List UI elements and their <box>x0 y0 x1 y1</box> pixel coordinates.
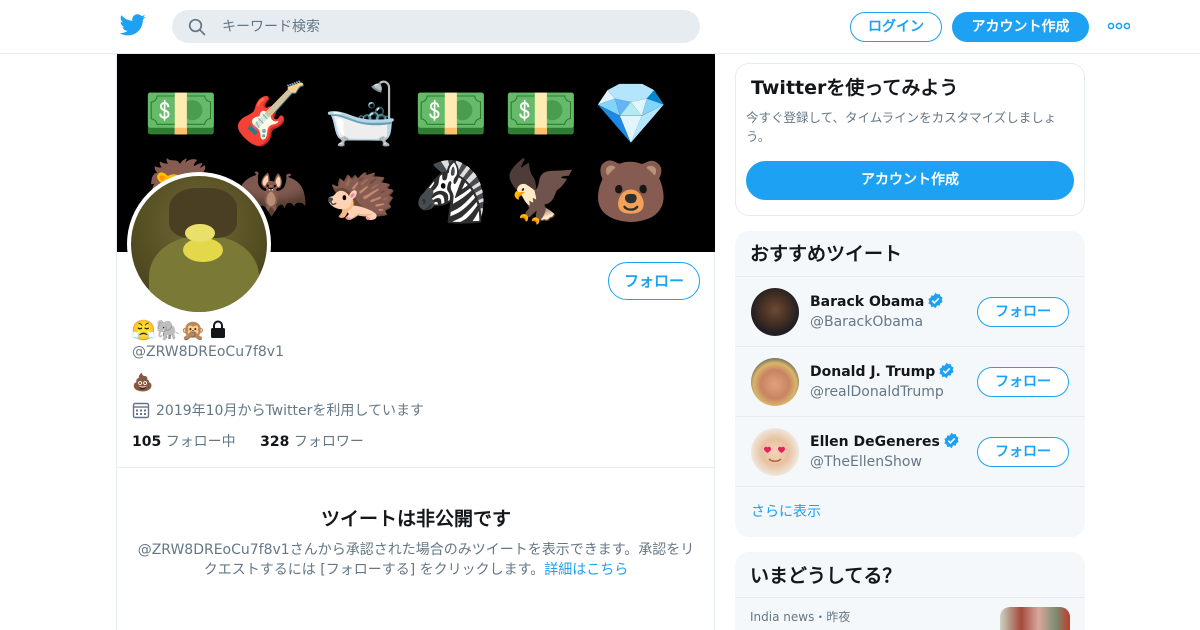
user-avatar[interactable] <box>751 428 799 476</box>
search-icon <box>188 18 206 36</box>
signup-card-title: Twitterを使ってみよう <box>751 77 959 99</box>
followers-label: フォロワー <box>293 434 364 450</box>
banner-bathtub-emoji: 🛁 <box>323 79 399 149</box>
followers-stat[interactable]: 328 フォロワー <box>260 432 364 452</box>
signup-card-button[interactable]: アカウント作成 <box>746 161 1074 200</box>
join-date-text: 2019年10月からTwitterを利用しています <box>156 403 424 419</box>
profile-handle: @ZRW8DREoCu7f8v1 <box>132 344 285 360</box>
heart-eyes-icon <box>764 446 785 462</box>
user-name[interactable]: Donald J. Trump <box>810 362 955 382</box>
user-name-text: Ellen DeGeneres <box>810 434 940 450</box>
follow-button[interactable]: フォロー <box>977 437 1069 467</box>
signup-button[interactable]: アカウント作成 <box>952 12 1089 42</box>
banner-money-emoji: 💵 <box>413 79 489 149</box>
more-options-icon[interactable] <box>1108 22 1130 30</box>
profile-join-date: 2019年10月からTwitterを利用しています <box>132 400 424 422</box>
follow-button[interactable]: フォロー <box>977 297 1069 327</box>
banner-eagle-emoji: 🦅 <box>503 157 579 227</box>
follow-button[interactable]: フォロー <box>977 367 1069 397</box>
user-name[interactable]: Barack Obama <box>810 292 944 312</box>
banner-hedgehog-emoji: 🦔 <box>323 157 399 227</box>
protected-tweets-title: ツイートは非公開です <box>320 508 511 530</box>
calendar-icon <box>132 402 150 419</box>
recommended-title: おすすめツイート <box>750 243 903 265</box>
trend-item-meta[interactable]: India news・昨夜 <box>750 608 850 626</box>
signup-card: Twitterを使ってみよう 今すぐ登録して、タイムラインをカスタマイズしましょ… <box>735 63 1085 216</box>
user-handle: @realDonaldTrump <box>810 384 944 400</box>
profile-stats: 105 フォロー中 328 フォロワー <box>132 432 384 452</box>
profile-bio: 💩 <box>132 373 154 393</box>
profile-column: 💵 🎸 🛁 💵 💵 💎 🦁 🦇 🦔 🦓 🦅 🐻 フォロー 😤🐘🙊 @ZRW8DR… <box>116 54 715 630</box>
following-count: 105 <box>132 434 162 450</box>
avatar-bird-beak <box>185 224 215 242</box>
recommended-users-card: おすすめツイート Barack Obama @BarackObama フォロー … <box>735 231 1085 537</box>
learn-more-link[interactable]: 詳細はこちら <box>544 562 628 578</box>
followers-count: 328 <box>260 434 290 450</box>
banner-bear-emoji: 🐻 <box>593 157 669 227</box>
user-name-text: Barack Obama <box>810 294 925 310</box>
user-avatar[interactable] <box>751 288 799 336</box>
search-box[interactable] <box>172 10 700 43</box>
trends-title: いまどうしてる？ <box>750 565 902 587</box>
login-button[interactable]: ログイン <box>850 12 942 42</box>
recommended-user-row[interactable]: Ellen DeGeneres @TheEllenShow フォロー <box>735 416 1085 486</box>
verified-badge-icon <box>928 292 943 309</box>
show-more-row[interactable]: さらに表示 <box>735 486 1085 537</box>
recommended-user-row[interactable]: Donald J. Trump @realDonaldTrump フォロー <box>735 346 1085 416</box>
signup-card-description: 今すぐ登録して、タイムラインをカスタマイズしましょう。 <box>746 110 1057 144</box>
user-name-text: Donald J. Trump <box>810 364 936 380</box>
lock-icon <box>210 320 225 338</box>
protected-tweets-description: @ZRW8DREoCu7f8v1さんから承認された場合のみツイートを表示できます… <box>137 540 695 580</box>
display-name-emojis: 😤🐘🙊 <box>131 318 206 342</box>
trend-thumbnail[interactable] <box>1000 607 1070 630</box>
banner-guitar-emoji: 🎸 <box>233 79 309 149</box>
profile-follow-button[interactable]: フォロー <box>608 262 700 300</box>
user-avatar[interactable] <box>751 358 799 406</box>
user-handle: @BarackObama <box>810 314 924 330</box>
profile-avatar[interactable] <box>127 172 271 316</box>
twitter-bird-logo-icon[interactable] <box>120 14 146 36</box>
recommended-user-row[interactable]: Barack Obama @BarackObama フォロー <box>735 276 1085 346</box>
verified-badge-icon <box>944 432 959 449</box>
show-more-link[interactable]: さらに表示 <box>751 502 821 522</box>
trends-card: いまどうしてる？ India news・昨夜 <box>735 552 1085 630</box>
trends-divider <box>735 597 1085 598</box>
top-navigation-bar: ログイン アカウント作成 <box>0 0 1200 54</box>
user-handle: @TheEllenShow <box>810 454 922 470</box>
banner-gem-emoji: 💎 <box>593 79 669 149</box>
banner-money-emoji: 💵 <box>143 79 219 149</box>
user-name[interactable]: Ellen DeGeneres <box>810 432 960 452</box>
banner-money-emoji: 💵 <box>503 79 579 149</box>
profile-divider <box>117 467 715 468</box>
following-label: フォロー中 <box>165 434 236 450</box>
verified-badge-icon <box>939 362 954 379</box>
search-input[interactable] <box>222 10 682 43</box>
following-stat[interactable]: 105 フォロー中 <box>132 432 236 452</box>
banner-zebra-emoji: 🦓 <box>413 157 489 227</box>
profile-display-name: 😤🐘🙊 <box>131 317 228 343</box>
